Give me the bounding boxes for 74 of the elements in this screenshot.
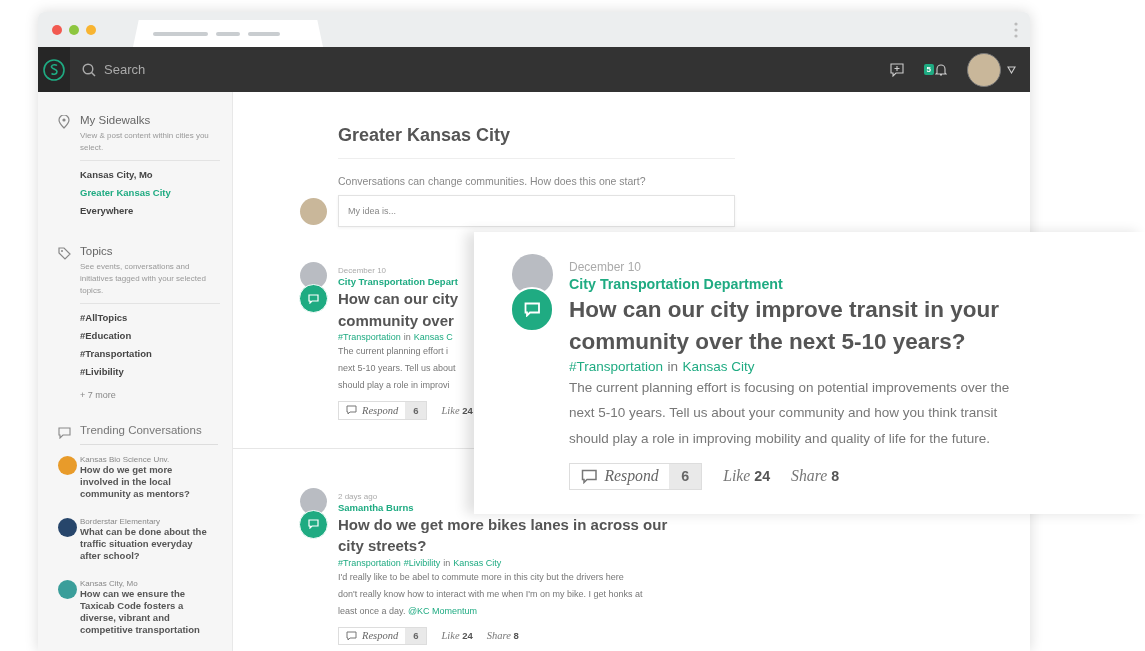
tag-separator: in	[403, 332, 411, 342]
tag-separator: in	[443, 557, 451, 568]
user-avatar[interactable]	[967, 52, 1001, 87]
topic-link[interactable]: #Education	[80, 330, 220, 341]
post-title: community over the next 5-10 years?	[569, 327, 966, 356]
organization-name: Kansas Bio Science Unv.	[80, 455, 171, 464]
post-title: How can our city improve transit in your	[569, 295, 1000, 324]
post-date: 2 days ago	[338, 491, 378, 501]
avatar-photo	[300, 487, 327, 515]
notification-badge: 5	[923, 64, 934, 75]
section-title: Topics	[80, 245, 114, 257]
speech-bubble-icon	[58, 427, 71, 439]
idea-input-field[interactable]: My idea is...	[338, 195, 735, 227]
post-body-line: should play a role in improvi	[338, 379, 450, 392]
like-button[interactable]: Like 24	[441, 404, 473, 416]
post-date: December 10	[338, 266, 387, 275]
post-body-line: don't really know how to interact with me when I'm on my bike. I get honks at	[338, 587, 643, 601]
post-body-line: least once a day. @KC Momentum	[338, 604, 478, 618]
more-topics-link[interactable]: + 7 more	[80, 390, 116, 400]
new-conversation-icon[interactable]	[889, 62, 904, 77]
close-window-button[interactable]	[52, 24, 62, 35]
conversation-badge	[298, 509, 328, 539]
section-description: See events, conversations and initiatives tagged with your selected topics.	[80, 261, 220, 304]
post-body-line: next 5-10 years. Tell us about your community and how you think transit	[569, 404, 998, 422]
more-options-icon[interactable]	[1014, 22, 1018, 38]
post-body-line: The current planning effort i	[338, 345, 448, 358]
conversation-link[interactable]: What can be done about the traffic situation everyday after school?	[80, 526, 208, 562]
section-title: Trending Conversations	[80, 424, 218, 445]
speech-bubble-icon	[346, 405, 357, 416]
section-title: My Sidewalks	[80, 114, 152, 126]
post-title: community over	[338, 310, 454, 330]
share-button[interactable]: Share 8	[486, 630, 519, 642]
search-icon	[82, 62, 96, 77]
post-body-line: next 5-10 years. Tell us about	[338, 362, 456, 375]
post-title: How do we get more bikes lanes in across our	[338, 514, 668, 534]
browser-tab[interactable]	[133, 20, 323, 47]
like-button[interactable]: Like 24	[723, 467, 771, 486]
tag-separator: in	[667, 359, 679, 374]
respond-button[interactable]: Respond 6	[338, 401, 428, 420]
like-button[interactable]: Like 24	[441, 630, 473, 642]
prompt-text: Conversations can change communities. How does this one start?	[338, 175, 647, 187]
bell-icon	[935, 63, 947, 76]
conversation-badge	[298, 284, 328, 313]
speech-bubble-icon	[580, 468, 597, 484]
post-title: city streets?	[338, 536, 427, 556]
post-body-line: The current planning effort is focusing on potential improvements over the	[569, 378, 1010, 397]
page-title: Greater Kansas City	[338, 125, 735, 159]
post-title: How can our city	[338, 289, 459, 309]
app-logo[interactable]	[38, 47, 70, 92]
organization-name: Kansas City, Mo	[80, 579, 139, 588]
speech-bubble-icon	[346, 630, 357, 641]
conversation-link[interactable]: How can we ensure the Taxicab Code fosters a diverse, vibrant and competitive transportation	[80, 588, 208, 636]
topic-link[interactable]: #Transportation	[80, 348, 220, 359]
respond-button[interactable]: Respond 6	[338, 626, 428, 645]
conversation-link[interactable]: How do we get more involved in the local community as mentors?	[80, 464, 208, 500]
location-pin-icon	[58, 115, 70, 129]
section-description: View & post content within cities you select.	[80, 130, 220, 161]
search-field[interactable]: Search	[102, 61, 306, 78]
respond-button[interactable]: Respond 6	[569, 462, 703, 491]
topic-link[interactable]: #AllTopics	[80, 312, 220, 323]
topic-link[interactable]: #Livibility	[80, 366, 220, 377]
share-button[interactable]: Share 8	[791, 467, 840, 486]
dropdown-caret-icon[interactable]	[1007, 65, 1016, 74]
tag-icon	[58, 247, 71, 260]
minimize-window-button[interactable]	[69, 24, 79, 35]
city-link[interactable]: Everywhere	[80, 205, 220, 216]
post-body-line: I'd really like to be abel to commute more in this city but the drivers here	[338, 570, 624, 584]
post-body-line: should play a role in improving mobility and quality of life for the future.	[569, 429, 990, 448]
city-link[interactable]: Kansas City, Mo	[80, 169, 220, 180]
post-date: December 10	[569, 260, 642, 274]
avatar-photo	[300, 262, 327, 289]
maximize-window-button[interactable]	[86, 24, 96, 35]
user-avatar	[300, 197, 327, 225]
organization-name: Borderstar Elementary	[80, 517, 162, 526]
